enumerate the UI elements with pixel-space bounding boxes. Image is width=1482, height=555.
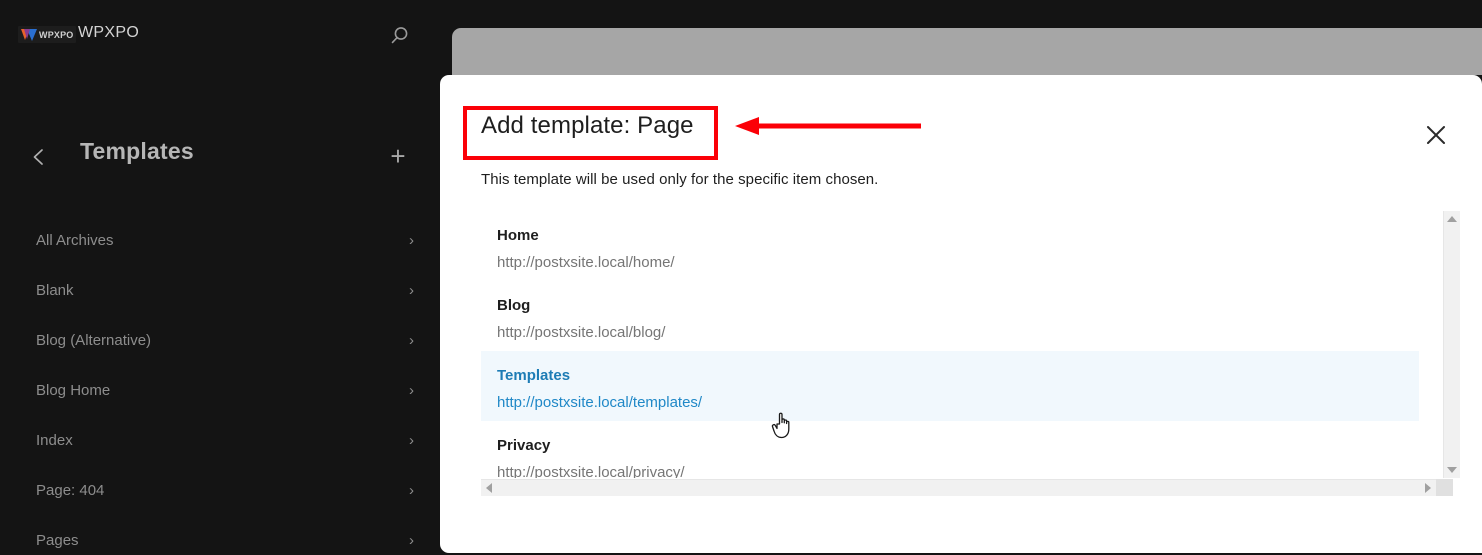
templates-panel-header: Templates +: [0, 130, 440, 184]
sidebar-item-blog-alternative[interactable]: Blog (Alternative) ›: [0, 315, 440, 365]
suggestion-url: http://postxsite.local/blog/: [497, 324, 666, 341]
sidebar-item-blank[interactable]: Blank ›: [0, 265, 440, 315]
modal-title: Add template: Page: [481, 112, 694, 139]
chevron-right-icon: ›: [409, 331, 414, 349]
sidebar-item-all-archives[interactable]: All Archives ›: [0, 215, 440, 265]
close-icon[interactable]: [1418, 117, 1454, 153]
page-title: Templates: [80, 138, 194, 164]
sidebar-item-pages[interactable]: Pages ›: [0, 515, 440, 555]
suggestion-title: Blog: [497, 297, 531, 314]
suggestion-list: Home http://postxsite.local/home/ Blog h…: [481, 211, 1419, 478]
list-item[interactable]: Blog http://postxsite.local/blog/: [481, 281, 1419, 351]
search-glyph: [391, 27, 408, 44]
suggestion-title: Home: [497, 227, 539, 244]
add-template-modal: Add template: Page This template will be…: [440, 75, 1482, 553]
horizontal-scrollbar[interactable]: [481, 479, 1436, 496]
sidebar-item-blog-home[interactable]: Blog Home ›: [0, 365, 440, 415]
chevron-right-icon: ›: [409, 481, 414, 499]
chevron-right-icon: ›: [409, 431, 414, 449]
site-editor-sidebar: WPXPO WPXPO Templates + All Archives › B…: [0, 0, 440, 555]
sidebar-item-label: Pages: [36, 531, 79, 549]
modal-header: Add template: Page This template will be…: [440, 75, 1482, 205]
suggestion-area: Home http://postxsite.local/home/ Blog h…: [481, 211, 1460, 501]
suggestion-url: http://postxsite.local/templates/: [497, 394, 703, 411]
chevron-right-icon: ›: [409, 281, 414, 299]
sidebar-item-index[interactable]: Index ›: [0, 415, 440, 465]
chevron-right-icon: ›: [409, 231, 414, 249]
sidebar-item-label: Page: 404: [36, 481, 105, 499]
scroll-up-arrow-icon[interactable]: [1447, 216, 1457, 222]
chevron-left-icon[interactable]: [24, 142, 54, 172]
site-title: WPXPO: [78, 24, 140, 41]
suggestion-title: Privacy: [497, 437, 551, 454]
sidebar-item-label: All Archives: [36, 231, 114, 249]
suggestion-title: Templates: [497, 367, 571, 384]
editor-canvas-backdrop: [452, 28, 1482, 75]
scroll-down-arrow-icon[interactable]: [1447, 467, 1457, 473]
list-item-selected[interactable]: Templates http://postxsite.local/templat…: [481, 351, 1419, 421]
chevron-right-icon: ›: [409, 381, 414, 399]
close-glyph: [1427, 126, 1445, 144]
sidebar-item-label: Blank: [36, 281, 74, 299]
sidebar-item-label: Index: [36, 431, 73, 449]
wpxpo-logo-icon: WPXPO: [18, 26, 76, 43]
sidebar-item-label: Blog (Alternative): [36, 331, 152, 349]
modal-subtitle: This template will be used only for the …: [481, 171, 879, 188]
list-item[interactable]: Privacy http://postxsite.local/privacy/: [481, 421, 1419, 478]
sidebar-item-label: Blog Home: [36, 381, 111, 399]
plus-icon[interactable]: +: [383, 141, 413, 171]
suggestion-url: http://postxsite.local/privacy/: [497, 464, 685, 478]
sidebar-topbar: WPXPO WPXPO: [0, 0, 440, 72]
list-item[interactable]: Home http://postxsite.local/home/: [481, 211, 1419, 281]
sidebar-item-page-404[interactable]: Page: 404 ›: [0, 465, 440, 515]
scroll-right-arrow-icon[interactable]: [1425, 483, 1431, 493]
scrollbar-corner: [1436, 479, 1453, 496]
vertical-scrollbar[interactable]: [1443, 211, 1460, 478]
scroll-left-arrow-icon[interactable]: [486, 483, 492, 493]
chevron-left-glyph: [33, 149, 43, 165]
wpxpo-logo-wordmark: WPXPO: [39, 29, 74, 40]
suggestion-url: http://postxsite.local/home/: [497, 254, 675, 271]
screen-root: WPXPO WPXPO Templates + All Archives › B…: [0, 0, 1482, 555]
templates-list: All Archives › Blank › Blog (Alternative…: [0, 215, 440, 555]
chevron-right-icon: ›: [409, 531, 414, 549]
wpxpo-mark-icon: [21, 28, 37, 41]
search-icon[interactable]: [386, 22, 414, 50]
